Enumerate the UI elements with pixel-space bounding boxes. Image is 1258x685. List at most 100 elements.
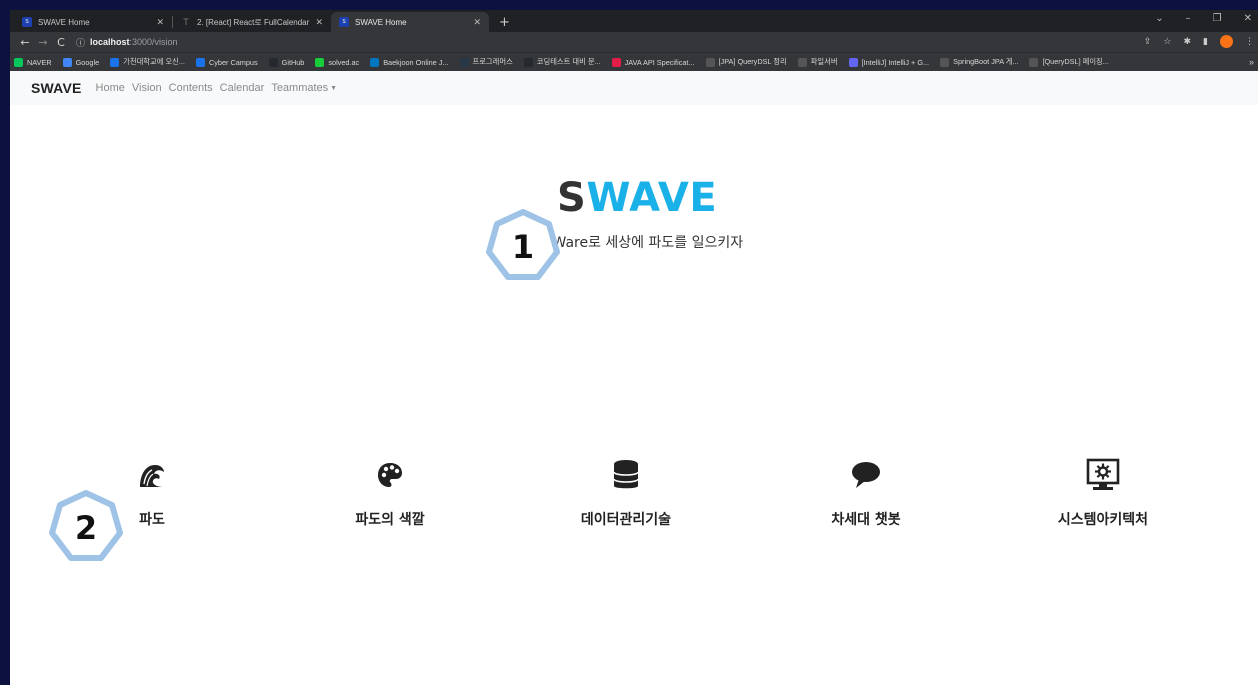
nav-contents[interactable]: Contents — [169, 82, 213, 94]
bookmark-label: solved.ac — [328, 57, 360, 67]
bookmark-item[interactable]: JAVA API Specificat... — [611, 57, 695, 67]
annotation-badge-1: 1 — [483, 207, 563, 287]
bookmark-label: GitHub — [281, 57, 305, 67]
bookmark-favicon-icon — [195, 57, 205, 67]
palette-icon — [290, 455, 490, 495]
chevron-down-icon[interactable]: ⌄ — [1155, 13, 1163, 24]
url-field[interactable]: ⓘ localhost :3000/vision — [76, 36, 178, 49]
extensions-icon[interactable]: ✱ — [1184, 37, 1192, 47]
nav-teammates-dropdown[interactable]: Teammates ▼ — [271, 82, 337, 94]
bookmark-item[interactable]: solved.ac — [315, 57, 360, 67]
reload-icon[interactable]: C — [52, 36, 70, 49]
hero-logo: SWAVE — [557, 175, 717, 221]
browser-tab-1[interactable]: S SWAVE Home ✕ — [14, 12, 172, 32]
close-icon[interactable]: ✕ — [156, 17, 164, 28]
bookmark-item[interactable]: Google — [62, 57, 100, 67]
bookmark-favicon-icon — [705, 57, 715, 67]
bookmark-favicon-icon — [611, 57, 621, 67]
t-favicon-icon: T — [183, 17, 189, 27]
kebab-menu-icon[interactable]: ⋮ — [1245, 37, 1254, 47]
window-controls: ⌄ – ❐ ✕ — [1155, 13, 1252, 24]
bookmark-item[interactable]: 프로그래머스 — [459, 57, 513, 67]
bookmark-label: [IntelliJ] IntelliJ + G... — [861, 57, 930, 67]
bookmark-favicon-icon — [940, 57, 950, 67]
bookmark-label: Google — [75, 57, 100, 67]
feature-palette[interactable]: 파도의 색깔 — [290, 455, 490, 529]
bookmark-item[interactable]: GitHub — [268, 57, 305, 67]
swave-favicon-icon: S — [339, 17, 349, 27]
bookmark-label: 코딩테스트 대비 문... — [536, 57, 601, 66]
toolbar-icons: ⇪ ☆ ✱ ▮ ⋮ — [1144, 35, 1254, 48]
bookmark-item[interactable]: Cyber Campus — [195, 57, 258, 67]
feature-label: 파도 — [139, 512, 165, 528]
chat-bubble-icon — [766, 455, 966, 495]
address-bar-row: ← → C ⓘ localhost :3000/vision ⇪ ☆ ✱ ▮ ⋮ — [10, 32, 1258, 52]
info-icon[interactable]: ⓘ — [76, 36, 85, 49]
bookmark-favicon-icon — [268, 57, 278, 67]
back-arrow-icon[interactable]: ← — [16, 36, 34, 49]
feature-data-management[interactable]: 데이터관리기술 — [526, 455, 726, 529]
feature-row: 파도 파도의 색깔 데이터관리기술 차세대 챗봇 시스템아키텍처 — [10, 455, 1258, 555]
bookmark-favicon-icon — [315, 57, 325, 67]
close-window-icon[interactable]: ✕ — [1244, 13, 1252, 24]
url-host: localhost — [90, 37, 130, 47]
bookmark-label: [QueryDSL] 페이징... — [1042, 57, 1109, 66]
feature-label: 데이터관리기술 — [580, 512, 672, 528]
feature-label: 차세대 챗봇 — [831, 512, 901, 528]
badge-number: 1 — [511, 228, 535, 266]
browser-tab-3-active[interactable]: S SWAVE Home ✕ — [331, 12, 489, 32]
bookmark-item[interactable]: [QueryDSL] 페이징... — [1029, 57, 1109, 67]
bookmark-favicon-icon — [110, 57, 120, 67]
forward-arrow-icon[interactable]: → — [34, 36, 52, 49]
bookmark-favicon-icon — [797, 57, 807, 67]
brand-logo[interactable]: SWAVE — [31, 80, 82, 96]
nav-teammates-label: Teammates — [271, 82, 329, 94]
nav-calendar[interactable]: Calendar — [220, 82, 265, 94]
bookmark-item[interactable]: 가천대학교에 오신... — [110, 57, 185, 67]
bookmark-favicon-icon — [1029, 57, 1039, 67]
bookmark-item[interactable]: Baekjoon Online J... — [370, 57, 449, 67]
feature-label: 시스템아키텍처 — [1057, 512, 1149, 528]
bookmark-favicon-icon — [62, 57, 72, 67]
swave-favicon-icon: S — [22, 17, 32, 27]
bookmark-label: 파일서버 — [810, 57, 838, 66]
feature-system-architecture[interactable]: 시스템아키텍처 — [1003, 455, 1203, 529]
bookmark-favicon-icon — [523, 57, 533, 67]
new-tab-icon[interactable]: + — [499, 15, 510, 30]
caret-down-icon: ▼ — [330, 84, 338, 92]
bookmark-item[interactable]: 코딩테스트 대비 문... — [523, 57, 601, 67]
monitor-gear-icon — [1003, 455, 1203, 495]
browser-tab-2[interactable]: T 2. [React] React로 FullCalendar ✕ — [173, 12, 331, 32]
bookmark-label: [JPA] QueryDSL 정리 — [718, 57, 787, 66]
bookmark-label: NAVER — [27, 57, 52, 67]
bookmark-favicon-icon — [848, 57, 858, 67]
bookmarks-overflow-icon[interactable]: » — [1249, 57, 1254, 67]
bookmark-label: SpringBoot JPA 게... — [953, 57, 1019, 66]
bookmark-label: Cyber Campus — [208, 57, 258, 67]
nav-vision[interactable]: Vision — [132, 82, 162, 94]
bookmark-item[interactable]: [JPA] QueryDSL 정리 — [705, 57, 787, 67]
tab-title: 2. [React] React로 FullCalendar — [197, 17, 310, 27]
share-icon[interactable]: ⇪ — [1144, 37, 1152, 47]
bookmark-item[interactable]: 파일서버 — [797, 57, 838, 67]
hero-tagline: SoftWare로 세상에 파도를 일으키자 — [524, 235, 744, 251]
logo-wave: WAVE — [586, 175, 718, 221]
star-icon[interactable]: ☆ — [1163, 37, 1171, 47]
bookmark-label: 가천대학교에 오신... — [123, 57, 185, 66]
bookmark-label: 프로그래머스 — [472, 57, 513, 66]
sidepanel-icon[interactable]: ▮ — [1203, 37, 1208, 47]
feature-wave[interactable]: 파도 — [52, 455, 252, 529]
bookmark-favicon-icon — [459, 57, 469, 67]
close-icon[interactable]: ✕ — [315, 17, 323, 28]
bookmark-label: JAVA API Specificat... — [624, 57, 695, 67]
tab-title: SWAVE Home — [355, 17, 407, 27]
minimize-icon[interactable]: – — [1186, 13, 1191, 24]
bookmark-item[interactable]: SpringBoot JPA 게... — [940, 57, 1018, 67]
restore-icon[interactable]: ❐ — [1213, 13, 1222, 24]
feature-chatbot[interactable]: 차세대 챗봇 — [766, 455, 966, 529]
close-icon[interactable]: ✕ — [473, 17, 481, 28]
nav-home[interactable]: Home — [96, 82, 125, 94]
bookmark-item[interactable]: NAVER — [14, 57, 52, 67]
bookmark-item[interactable]: [IntelliJ] IntelliJ + G... — [848, 57, 930, 67]
profile-avatar[interactable] — [1220, 35, 1233, 48]
